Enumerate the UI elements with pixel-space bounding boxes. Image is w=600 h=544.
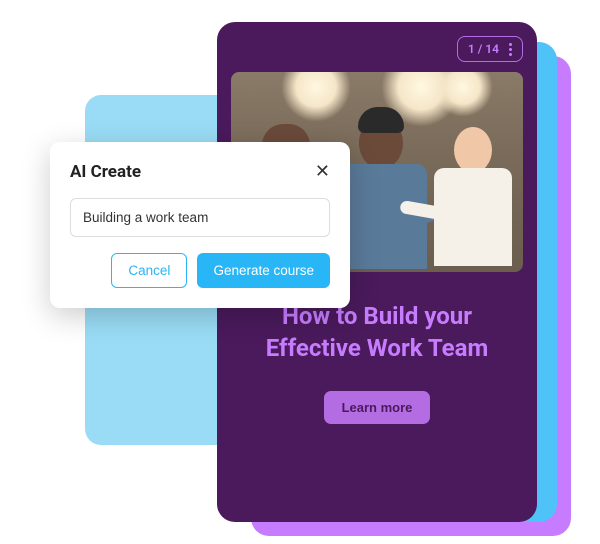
course-title: How to Build your Effective Work Team [241, 300, 513, 365]
prompt-input[interactable] [70, 198, 330, 237]
dialog-title: AI Create [70, 162, 141, 182]
ai-create-dialog: AI Create ✕ Cancel Generate course [50, 142, 350, 308]
page-counter: 1 / 14 [468, 42, 499, 56]
cancel-button[interactable]: Cancel [111, 253, 187, 288]
person-figure [428, 127, 518, 272]
more-icon[interactable] [509, 43, 512, 56]
phone-header: 1 / 14 [231, 36, 523, 62]
dialog-header: AI Create ✕ [70, 162, 330, 182]
generate-course-button[interactable]: Generate course [197, 253, 330, 288]
lamp-icon [281, 72, 351, 122]
learn-more-button[interactable]: Learn more [324, 391, 431, 424]
page-indicator-pill[interactable]: 1 / 14 [457, 36, 523, 62]
dialog-actions: Cancel Generate course [70, 253, 330, 288]
close-icon[interactable]: ✕ [315, 163, 330, 181]
